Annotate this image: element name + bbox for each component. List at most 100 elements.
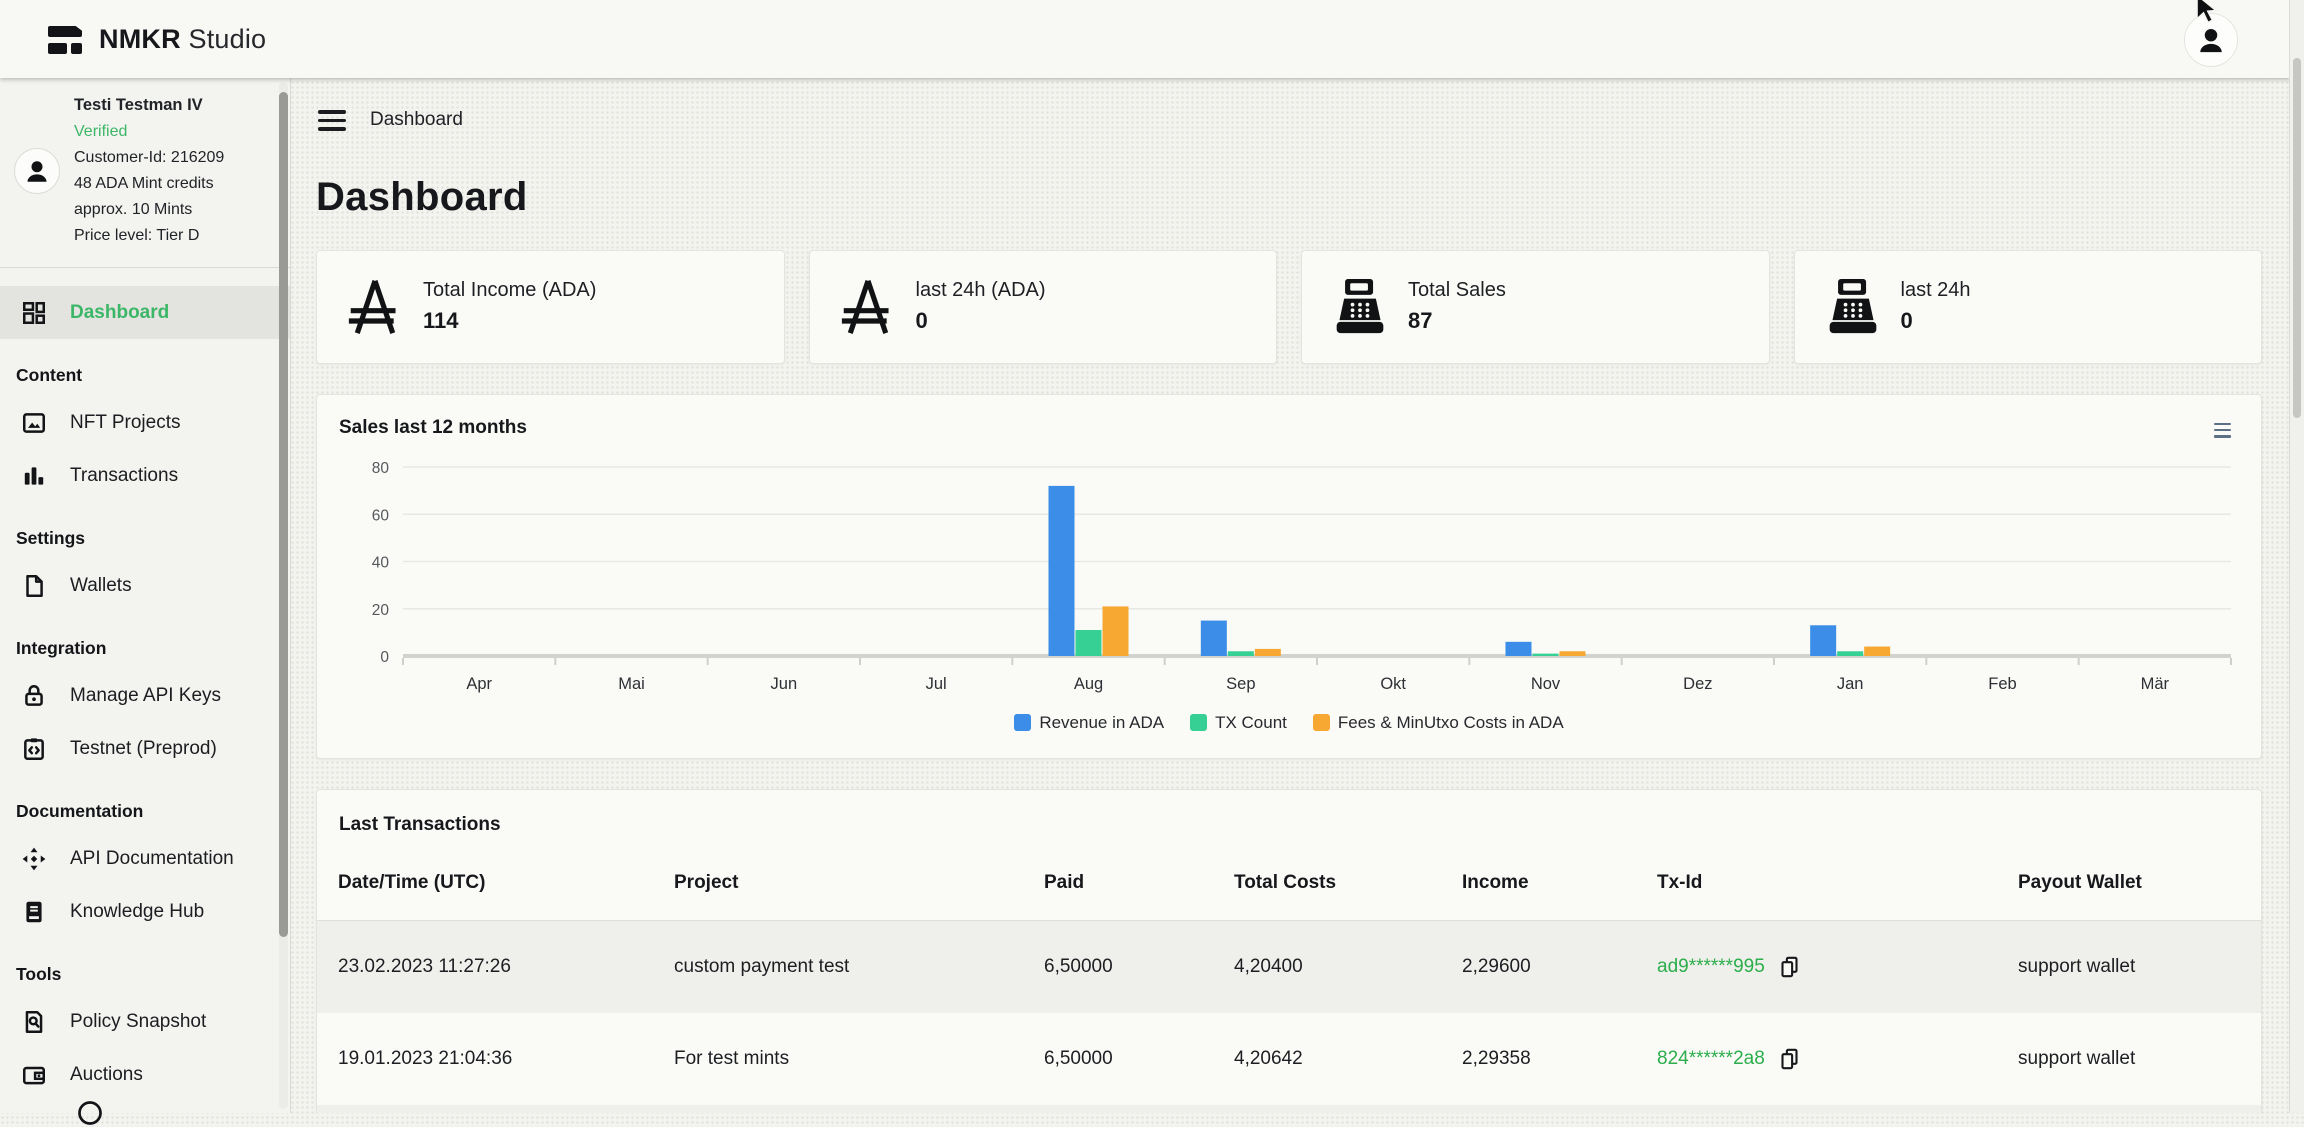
sidebar-section-integration: Integration	[16, 638, 290, 659]
user-avatar-icon	[2194, 23, 2228, 57]
cell-income: 2,29358	[1462, 1048, 1657, 1070]
sidebar-avatar	[14, 148, 60, 194]
cell-tx-id: 824******2a8	[1657, 1047, 2018, 1071]
copy-icon	[1779, 1047, 1800, 1071]
svg-text:Jan: Jan	[1837, 675, 1864, 693]
sidebar-item-label: Transactions	[70, 465, 178, 487]
sidebar-item-knowledge-hub[interactable]: Knowledge Hub	[0, 885, 290, 938]
stat-card-last24h-ada: last 24h (ADA) 0	[809, 250, 1278, 364]
sidebar-section-settings: Settings	[16, 528, 290, 549]
sidebar-item-api-documentation[interactable]: API Documentation	[0, 832, 290, 885]
partial-next-item-icon	[76, 1099, 104, 1127]
stat-label: Total Sales	[1408, 279, 1506, 302]
transaction-row: 19.01.2023 21:04:36For test mints6,50000…	[317, 1013, 2261, 1105]
file-icon	[20, 573, 48, 599]
sidebar-item-auctions[interactable]: Auctions	[0, 1048, 290, 1101]
page-title: Dashboard	[316, 175, 2262, 220]
legend-item-tx-count[interactable]: TX Count	[1190, 713, 1287, 733]
legend-label: TX Count	[1215, 713, 1287, 733]
sidebar-item-policy-snapshot[interactable]: Policy Snapshot	[0, 995, 290, 1048]
user-avatar-icon	[22, 156, 52, 186]
sidebar-item-transactions[interactable]: Transactions	[0, 449, 290, 502]
sidebar-item-testnet[interactable]: Testnet (Preprod)	[0, 722, 290, 775]
bar-revenue-in-ada-sep	[1201, 620, 1227, 655]
sales-chart-card: Sales last 12 months 020406080AprMaiJunJ…	[316, 394, 2262, 759]
sidebar-item-wallets[interactable]: Wallets	[0, 559, 290, 612]
bar-fees-minutxo-costs-in-ada-sep	[1255, 649, 1281, 656]
tx-id-link[interactable]: ad9******995	[1657, 956, 1765, 978]
legend-label: Fees & MinUtxo Costs in ADA	[1338, 713, 1564, 733]
bar-fees-minutxo-costs-in-ada-nov	[1560, 651, 1586, 656]
sidebar-item-label: Dashboard	[70, 302, 169, 324]
legend-item-revenue-in-ada[interactable]: Revenue in ADA	[1014, 713, 1164, 733]
verified-badge: Verified	[74, 123, 224, 141]
stat-value: 0	[916, 308, 1046, 334]
account-menu-button[interactable]	[2184, 13, 2238, 67]
image-icon	[20, 410, 48, 436]
cell-payout-wallet: support wallet	[2018, 1048, 2261, 1070]
app-title: NMKR Studio	[99, 24, 266, 55]
window-scrollbar-thumb[interactable]	[2293, 58, 2301, 418]
bar-chart-icon	[20, 463, 48, 489]
sidebar-item-manage-api-keys[interactable]: Manage API Keys	[0, 669, 290, 722]
svg-text:Nov: Nov	[1531, 675, 1561, 693]
cell-project: custom payment test	[674, 956, 1044, 978]
sidebar-item-label: API Documentation	[70, 848, 234, 870]
bar-revenue-in-ada-jan	[1810, 625, 1836, 656]
mint-credits: 48 ADA Mint credits	[74, 175, 224, 193]
bar-tx-count-jan	[1837, 651, 1863, 656]
nmkr-logo[interactable]: NMKR Studio	[48, 24, 266, 55]
stat-label: last 24h (ADA)	[916, 279, 1046, 302]
sidebar-item-dashboard[interactable]: Dashboard	[0, 286, 290, 339]
copy-tx-id-button[interactable]	[1779, 1047, 1800, 1071]
stats-row: Total Income (ADA) 114 last 24h (ADA) 0	[316, 250, 2262, 364]
sidebar-item-nft-projects[interactable]: NFT Projects	[0, 396, 290, 449]
sidebar-item-label: Knowledge Hub	[70, 901, 204, 923]
column-header-tx-id: Tx-Id	[1657, 872, 2018, 894]
chart-menu-button[interactable]	[2210, 419, 2235, 442]
svg-text:Okt: Okt	[1380, 675, 1406, 693]
sidebar-scrollbar-thumb[interactable]	[279, 92, 288, 937]
legend-swatch	[1190, 714, 1207, 731]
breadcrumb: Dashboard	[316, 106, 2262, 135]
legend-swatch	[1313, 714, 1330, 731]
tx-id-link[interactable]: 824******2a8	[1657, 1048, 1765, 1070]
cell-paid: 6,50000	[1044, 956, 1234, 978]
legend-label: Revenue in ADA	[1039, 713, 1164, 733]
sidebar-item-label: Policy Snapshot	[70, 1011, 206, 1033]
svg-text:Mär: Mär	[2141, 675, 2170, 693]
svg-text:Jun: Jun	[771, 675, 798, 693]
column-header-payout-wallet: Payout Wallet	[2018, 872, 2261, 894]
cash-register-icon	[1332, 277, 1388, 337]
price-level: Price level: Tier D	[74, 227, 224, 245]
copy-tx-id-button[interactable]	[1779, 955, 1800, 979]
transactions-body: 23.02.2023 11:27:26custom payment test6,…	[317, 921, 2261, 1113]
ada-icon	[840, 276, 896, 338]
bar-revenue-in-ada-aug	[1049, 486, 1075, 656]
svg-text:40: 40	[372, 554, 390, 571]
svg-text:Aug: Aug	[1074, 675, 1103, 693]
cell-income: 2,29600	[1462, 956, 1657, 978]
menu-toggle-button[interactable]	[316, 106, 348, 135]
legend-item-fees-minutxo-costs-in-ada[interactable]: Fees & MinUtxo Costs in ADA	[1313, 713, 1564, 733]
bar-tx-count-aug	[1076, 630, 1102, 656]
transaction-row-partial	[317, 1105, 2261, 1113]
svg-text:80: 80	[372, 460, 390, 477]
sidebar-divider	[0, 267, 290, 268]
sidebar-item-label: NFT Projects	[70, 412, 181, 434]
lock-icon	[20, 683, 48, 709]
sidebar: Testi Testman IV Verified Customer-Id: 2…	[0, 78, 291, 1113]
sidebar-section-documentation: Documentation	[16, 801, 290, 822]
nmkr-logo-icon	[48, 24, 86, 55]
svg-text:Jul: Jul	[926, 675, 947, 693]
window-scrollbar-track[interactable]	[2289, 0, 2304, 1113]
sidebar-nav: Dashboard Content NFT Projects Transacti…	[0, 286, 290, 1101]
table-title: Last Transactions	[317, 790, 2261, 836]
stat-value: 87	[1408, 308, 1506, 334]
svg-text:Mai: Mai	[618, 675, 645, 693]
chart-title: Sales last 12 months	[339, 417, 2239, 439]
wallet-icon	[20, 1062, 48, 1088]
bar-fees-minutxo-costs-in-ada-jan	[1864, 646, 1890, 655]
sidebar-item-label: Manage API Keys	[70, 685, 221, 707]
cell-total-costs: 4,20400	[1234, 956, 1462, 978]
